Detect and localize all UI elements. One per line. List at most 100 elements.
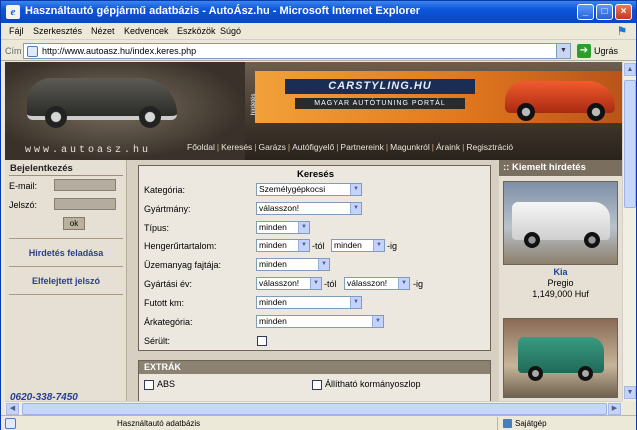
make-select[interactable]: válasszon! ▼	[256, 202, 362, 215]
featured-price: 1,149,000 Huf	[532, 289, 589, 299]
chevron-down-icon: ▼	[372, 316, 383, 327]
menu-view[interactable]: Nézet	[91, 26, 115, 36]
vertical-scrollbar[interactable]: ▲ ▼	[622, 62, 636, 401]
scroll-down-icon[interactable]: ▼	[624, 386, 636, 399]
vintage-car-image	[27, 78, 177, 128]
banner-subtitle: MAGYAR AUTÓTUNING PORTÁL	[295, 98, 465, 109]
year-from-select[interactable]: válasszon! ▼	[256, 277, 322, 290]
email-field[interactable]	[54, 179, 116, 191]
scroll-thumb[interactable]	[624, 80, 636, 208]
search-title: Keresés	[297, 169, 334, 180]
price-row: Árkategória: minden ▼	[144, 315, 484, 329]
site-name: www.autoasz.hu	[25, 145, 152, 156]
chevron-down-icon: ▼	[398, 278, 409, 289]
ad-banner[interactable]: CARSTYLING.HU MAGYAR AUTÓTUNING PORTÁL h…	[251, 71, 622, 123]
km-label: Futott km:	[144, 298, 185, 308]
email-label: E-mail:	[9, 181, 38, 191]
extras-title: EXTRÁK	[139, 361, 490, 374]
year-from-suffix: -tól	[324, 279, 337, 289]
menu-help[interactable]: Súgó	[220, 26, 241, 36]
menu-edit[interactable]: Szerkesztés	[33, 26, 82, 36]
menu-tools[interactable]: Eszközök	[177, 26, 216, 36]
fuel-select[interactable]: minden ▼	[256, 258, 330, 271]
featured-sidebar: :: Kiemelt hirdetés Kia Pregio 1,149,000…	[499, 160, 622, 401]
chevron-down-icon: ▼	[318, 259, 329, 270]
minimize-button[interactable]: _	[577, 4, 594, 20]
fuel-label: Üzemanyag fajtája:	[144, 260, 222, 270]
featured-make[interactable]: Kia	[499, 267, 622, 277]
divider	[9, 175, 123, 176]
nav-home[interactable]: Főoldal	[185, 142, 217, 152]
scroll-left-icon[interactable]: ◀	[6, 403, 19, 415]
engine-row: Hengerűrtartalom: minden ▼ -tól minden ▼ -…	[144, 239, 484, 253]
featured-model: Pregio	[547, 278, 574, 288]
login-button[interactable]: ok	[63, 217, 85, 230]
engine-to-suffix: -ig	[387, 241, 398, 251]
category-select[interactable]: Személygépkocsi ▼	[256, 183, 362, 196]
category-row: Kategória: Személygépkocsi ▼	[144, 183, 484, 197]
address-label: Cím	[5, 46, 22, 56]
adjustable-column-checkbox[interactable]	[312, 380, 322, 390]
address-bar: Cím http://www.autoasz.hu/index.keres.ph…	[1, 41, 636, 61]
title-bar: e Használtautó gépjármű adatbázis - Auto…	[1, 1, 636, 23]
maximize-button[interactable]: □	[596, 4, 613, 20]
menu-file[interactable]: Fájl	[9, 26, 24, 36]
engine-from-select[interactable]: minden ▼	[256, 239, 310, 252]
chevron-down-icon: ▼	[350, 297, 361, 308]
scroll-up-icon[interactable]: ▲	[624, 63, 636, 76]
nav-about[interactable]: Magunkról	[388, 142, 432, 152]
scroll-right-icon[interactable]: ▶	[608, 403, 621, 415]
second-car-image[interactable]	[503, 318, 618, 398]
year-label: Gyártási év:	[144, 279, 193, 289]
damaged-label: Sérült:	[144, 336, 171, 346]
address-dropdown-icon[interactable]: ▼	[556, 44, 570, 58]
horizontal-scrollbar[interactable]: ◀ ▶	[5, 401, 622, 415]
status-bar: Használtautó adatbázis Sajátgép	[1, 415, 636, 430]
chevron-down-icon: ▼	[350, 184, 361, 195]
close-button[interactable]: ×	[615, 4, 632, 20]
page-status-icon	[5, 418, 16, 429]
go-arrow-icon: ➔	[577, 44, 591, 58]
fuel-row: Üzemanyag fajtája: minden ▼	[144, 258, 484, 272]
damaged-checkbox[interactable]	[257, 336, 267, 346]
engine-to-select[interactable]: minden ▼	[331, 239, 385, 252]
abs-label: ABS	[157, 379, 176, 389]
post-ad-link[interactable]: Hirdetés feladása	[5, 248, 127, 258]
site-header: www.autoasz.hu CARSTYLING.HU MAGYAR AUTÓ…	[5, 62, 622, 160]
browser-window: e Használtautó gépjármű adatbázis - Auto…	[0, 0, 637, 430]
engine-from-suffix: -tól	[312, 241, 325, 251]
left-sidebar: Bejelentkezés E-mail: Jelszó: ok Hirdeté…	[5, 160, 127, 401]
nav-search[interactable]: Keresés	[219, 142, 254, 152]
address-input[interactable]: http://www.autoasz.hu/index.keres.php ▼	[23, 43, 571, 59]
chevron-down-icon: ▼	[298, 240, 309, 251]
main-content: Keresés Kategória: Személygépkocsi ▼ Gyár…	[128, 160, 498, 401]
menu-bar: Fájl Szerkesztés Nézet Kedvencek Eszközö…	[1, 23, 636, 40]
abs-checkbox[interactable]	[144, 380, 154, 390]
address-url: http://www.autoasz.hu/index.keres.php	[42, 46, 197, 56]
nav-register[interactable]: Regisztráció	[464, 142, 515, 152]
go-button[interactable]: ➔ Ugrás	[577, 44, 635, 58]
adjustable-column-label: Állítható kormányoszlop	[325, 379, 421, 389]
chevron-down-icon: ▼	[298, 222, 309, 233]
featured-car-image[interactable]	[503, 181, 618, 265]
go-label: Ugrás	[594, 46, 619, 56]
status-text: Használtautó adatbázis	[117, 419, 201, 428]
nav-prices[interactable]: Áraink	[434, 142, 462, 152]
nav-car-alert[interactable]: Autófigyelő	[290, 142, 336, 152]
nav-garage[interactable]: Garázs	[257, 142, 288, 152]
price-select[interactable]: minden ▼	[256, 315, 384, 328]
password-field[interactable]	[54, 198, 116, 210]
km-select[interactable]: minden ▼	[256, 296, 362, 309]
chevron-down-icon: ▼	[310, 278, 321, 289]
chevron-down-icon: ▼	[350, 203, 361, 214]
nav-partners[interactable]: Partnereink	[338, 142, 385, 152]
forgot-password-link[interactable]: Elfelejtett jelszó	[5, 276, 127, 286]
search-form: Keresés Kategória: Személygépkocsi ▼ Gyár…	[138, 165, 491, 351]
menu-favorites[interactable]: Kedvencek	[124, 26, 169, 36]
year-to-select[interactable]: válasszon! ▼	[344, 277, 410, 290]
page-viewport: www.autoasz.hu CARSTYLING.HU MAGYAR AUTÓ…	[5, 62, 622, 401]
hscroll-thumb[interactable]	[22, 403, 607, 415]
model-select[interactable]: minden ▼	[256, 221, 310, 234]
phone-number: 0620-338-7450	[10, 392, 78, 401]
divider	[9, 238, 123, 239]
